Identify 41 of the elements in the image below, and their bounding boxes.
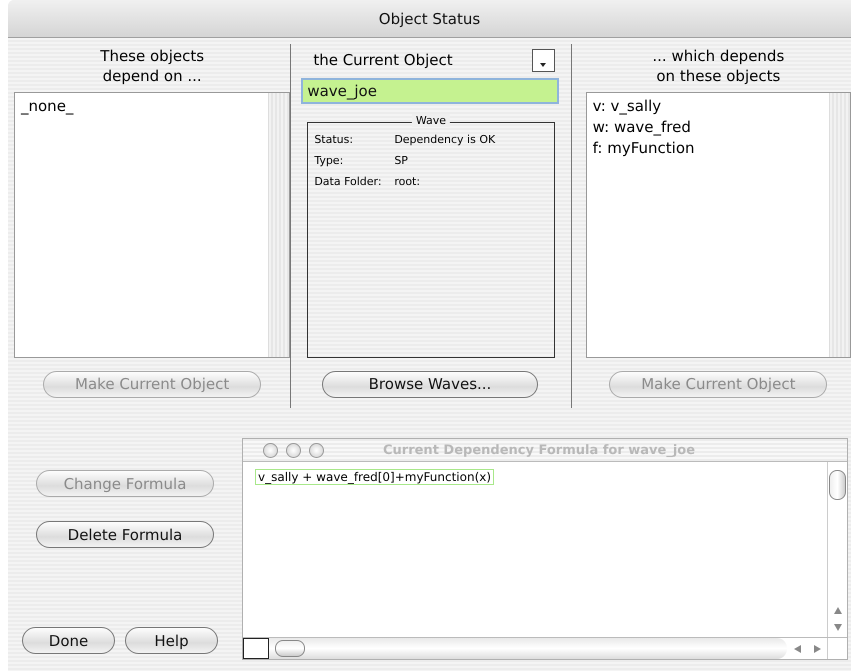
object-name-field[interactable]: wave_joe bbox=[301, 78, 559, 104]
column-heading: the Current Object bbox=[313, 51, 453, 69]
up-arrow-icon[interactable] bbox=[834, 607, 842, 614]
dropdown-button[interactable] bbox=[532, 48, 555, 72]
left-arrow-icon[interactable] bbox=[794, 644, 800, 652]
info-label: Status: bbox=[314, 133, 354, 146]
caret-icon bbox=[540, 62, 546, 66]
scroll-thumb[interactable] bbox=[275, 640, 305, 657]
window-title: Object Status bbox=[378, 10, 480, 28]
scroll-bar[interactable] bbox=[269, 638, 787, 659]
info-value: Dependency is OK bbox=[394, 133, 496, 146]
column-heading: ... which depends bbox=[652, 46, 784, 66]
dialog-button[interactable]: Help bbox=[125, 627, 218, 654]
scroll-bar[interactable] bbox=[268, 93, 290, 357]
browse-waves-button[interactable]: Browse Waves... bbox=[322, 370, 538, 398]
info-label: Data Folder: bbox=[314, 175, 383, 188]
list-item[interactable]: v: v_sally bbox=[592, 96, 662, 117]
list-item[interactable]: f: myFunction bbox=[592, 138, 695, 159]
list-item[interactable]: _none_ bbox=[21, 96, 74, 117]
right-arrow-icon[interactable] bbox=[814, 644, 820, 652]
scroll-bar[interactable] bbox=[829, 93, 850, 357]
window-title: Current Dependency Formula for wave_joe bbox=[383, 442, 696, 458]
column-heading: These objects bbox=[100, 46, 204, 66]
window-button[interactable] bbox=[309, 442, 324, 458]
scroll-thumb[interactable] bbox=[829, 470, 846, 500]
group-title: Wave bbox=[412, 114, 450, 127]
window-button[interactable] bbox=[263, 442, 278, 458]
down-arrow-icon[interactable] bbox=[834, 624, 842, 631]
formula-button[interactable]: Delete Formula bbox=[36, 521, 214, 548]
scroll-bar[interactable] bbox=[827, 462, 847, 637]
info-label: Type: bbox=[314, 154, 344, 167]
object-list[interactable]: _none_ bbox=[14, 92, 290, 358]
column-heading: depend on ... bbox=[102, 66, 202, 86]
object-list[interactable]: v: v_sally w: wave_fred f: myFunction bbox=[586, 92, 851, 358]
dialog-button[interactable]: Done bbox=[22, 627, 115, 654]
list-item[interactable]: w: wave_fred bbox=[592, 117, 691, 138]
column-heading: on these objects bbox=[656, 66, 780, 86]
window-button[interactable] bbox=[286, 442, 301, 458]
info-value: root: bbox=[394, 175, 420, 188]
info-value: SP bbox=[394, 154, 408, 167]
formula-text[interactable]: v_sally + wave_fred[0]+myFunction(x) bbox=[255, 469, 494, 485]
